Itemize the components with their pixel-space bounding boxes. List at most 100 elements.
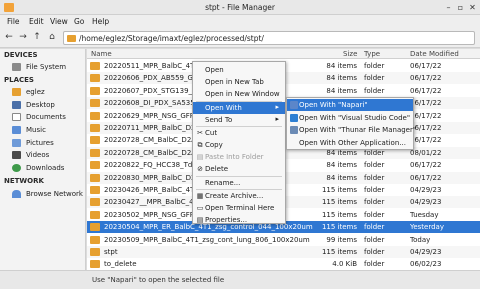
file-size: 115 items <box>321 210 357 219</box>
status-bar: Use "Napari" to open the selected file <box>0 270 480 289</box>
open-terminal-here-icon: ▭ <box>196 204 204 212</box>
submenu-item-label: Open With "Thunar File Manager" <box>299 126 417 134</box>
submenu-item-1[interactable]: Open With "Visual Studio Code" <box>287 112 413 124</box>
context-item-label: Delete <box>205 165 228 173</box>
file-size: 84 items <box>326 161 357 170</box>
file-name: stpt <box>104 248 118 256</box>
context-item-delete[interactable]: ⊘ Delete <box>193 163 285 175</box>
open-in-new-window-icon <box>196 90 204 98</box>
context-item-label: Open With <box>205 103 242 112</box>
folder-icon <box>90 148 100 157</box>
documents-icon <box>12 113 21 121</box>
maximize-icon[interactable]: ▫ <box>456 3 465 12</box>
file-date: 04/29/23 <box>410 186 442 194</box>
menu-file[interactable]: File <box>7 17 20 26</box>
folder-icon <box>90 210 100 219</box>
column-name[interactable]: Name <box>91 50 112 58</box>
sidebar-item-music[interactable]: Music <box>0 124 86 136</box>
sidebar-item-label: File System <box>26 63 67 71</box>
desktop-icon <box>12 101 21 109</box>
file-size: 84 items <box>326 62 357 70</box>
file-date: 08/01/22 <box>410 148 442 157</box>
sidebar-item-label: eglez <box>26 88 45 96</box>
table-row[interactable]: to_delete 4.0 KiB folder 06/02/23 <box>87 258 480 270</box>
menu-view[interactable]: View <box>50 17 68 26</box>
submenu-item-3[interactable]: Open With Other Application... <box>287 137 413 149</box>
column-date[interactable]: Date Modified <box>410 50 459 58</box>
delete-icon: ⊘ <box>197 165 203 173</box>
app-icon <box>290 126 298 134</box>
folder-icon <box>90 198 100 207</box>
menu-bar: File Edit View Go Help <box>0 15 480 28</box>
file-date: 06/17/22 <box>410 74 442 83</box>
table-row[interactable]: stpt 115 items folder 04/29/23 <box>87 246 480 258</box>
file-date: 06/17/22 <box>410 111 442 120</box>
context-item-open[interactable]: Open <box>193 64 285 76</box>
title-bar: stpt - File Manager – ▫ ✕ <box>0 0 480 15</box>
cut-icon: ✂ <box>197 129 203 137</box>
file-name: to_delete <box>104 260 137 269</box>
column-header: Name Size Type Date Modified <box>87 49 480 59</box>
window-title: stpt - File Manager <box>205 3 275 12</box>
sidebar-item-file-system[interactable]: File System <box>0 61 86 73</box>
context-item-open-in-new-window[interactable]: Open in New Window <box>193 88 285 100</box>
context-item-label: Paste Into Folder <box>205 153 264 161</box>
context-item-rename[interactable]: Rename... <box>193 177 285 189</box>
context-item-open-in-new-tab[interactable]: Open in New Tab <box>193 76 285 88</box>
open-with-icon <box>196 104 204 112</box>
sidebar-item-label: Desktop <box>26 101 55 109</box>
sidebar-item-downloads[interactable]: Downloads <box>0 162 86 174</box>
file-type: folder <box>364 186 385 194</box>
sidebar-item-desktop[interactable]: Desktop <box>0 99 86 111</box>
submenu-item-2[interactable]: Open With "Thunar File Manager" <box>287 124 417 136</box>
minimize-icon[interactable]: – <box>444 3 453 12</box>
submenu-item-0[interactable]: Open With "Napari" <box>287 99 413 111</box>
column-size[interactable]: Size <box>343 50 357 58</box>
sidebar-header-devices: DEVICES <box>4 51 38 59</box>
folder-icon <box>90 173 100 182</box>
folder-icon <box>90 248 100 256</box>
back-icon[interactable]: ← <box>3 31 15 44</box>
app-icon <box>290 139 298 147</box>
context-item-open-terminal-here[interactable]: ▭ Open Terminal Here <box>193 202 285 214</box>
forward-icon[interactable]: → <box>17 31 29 44</box>
submenu-item-label: Open With "Visual Studio Code" <box>299 113 411 122</box>
column-type[interactable]: Type <box>364 50 380 58</box>
home-icon[interactable]: ⌂ <box>46 31 58 44</box>
sidebar-item-videos[interactable]: Videos <box>0 149 86 161</box>
file-date: 04/29/23 <box>410 248 442 256</box>
file-type: folder <box>364 62 385 70</box>
sidebar-item-browse-network[interactable]: Browse Network <box>0 188 86 200</box>
file-date: 06/17/22 <box>410 99 442 108</box>
file-date: 06/17/22 <box>410 86 442 95</box>
file-size: 115 items <box>321 223 357 232</box>
sidebar-item-documents[interactable]: Documents <box>0 111 86 123</box>
location-input[interactable] <box>79 33 469 44</box>
sidebar-item-home[interactable]: eglez <box>0 86 86 98</box>
context-item-properties[interactable]: ▤ Properties... <box>193 214 285 226</box>
open-in-new-tab-icon <box>196 78 204 86</box>
menu-edit[interactable]: Edit <box>29 17 44 26</box>
context-item-open-with[interactable]: Open With ▸ <box>193 101 285 114</box>
context-item-send-to[interactable]: Send To ▸ <box>193 114 285 126</box>
properties-icon: ▤ <box>196 216 204 224</box>
context-item-cut[interactable]: ✂ Cut <box>193 127 285 139</box>
context-item-label: Properties... <box>205 216 248 224</box>
submenu-item-label: Open With "Napari" <box>299 101 368 109</box>
context-item-label: Open in New Window <box>205 90 280 98</box>
status-text: Use "Napari" to open the selected file <box>92 276 225 284</box>
close-icon[interactable]: ✕ <box>468 3 477 12</box>
copy-icon: ⧉ <box>197 141 203 149</box>
file-size: 99 items <box>326 235 357 244</box>
up-icon[interactable]: ↑ <box>31 31 43 44</box>
context-item-copy[interactable]: ⧉ Copy <box>193 139 285 151</box>
menu-help[interactable]: Help <box>92 17 109 26</box>
open-icon <box>196 66 204 74</box>
sidebar-item-pictures[interactable]: Pictures <box>0 137 86 149</box>
context-item-paste-into-folder[interactable]: ▤ Paste Into Folder <box>193 151 285 163</box>
location-bar[interactable] <box>63 31 475 45</box>
menu-go[interactable]: Go <box>74 17 84 26</box>
table-row[interactable]: 20230509_MPR_BalbC_4T1_zsg_cont_lung_806… <box>87 234 480 246</box>
sidebar-item-label: Documents <box>26 113 66 121</box>
context-item-create-archive[interactable]: ▦ Create Archive... <box>193 190 285 202</box>
